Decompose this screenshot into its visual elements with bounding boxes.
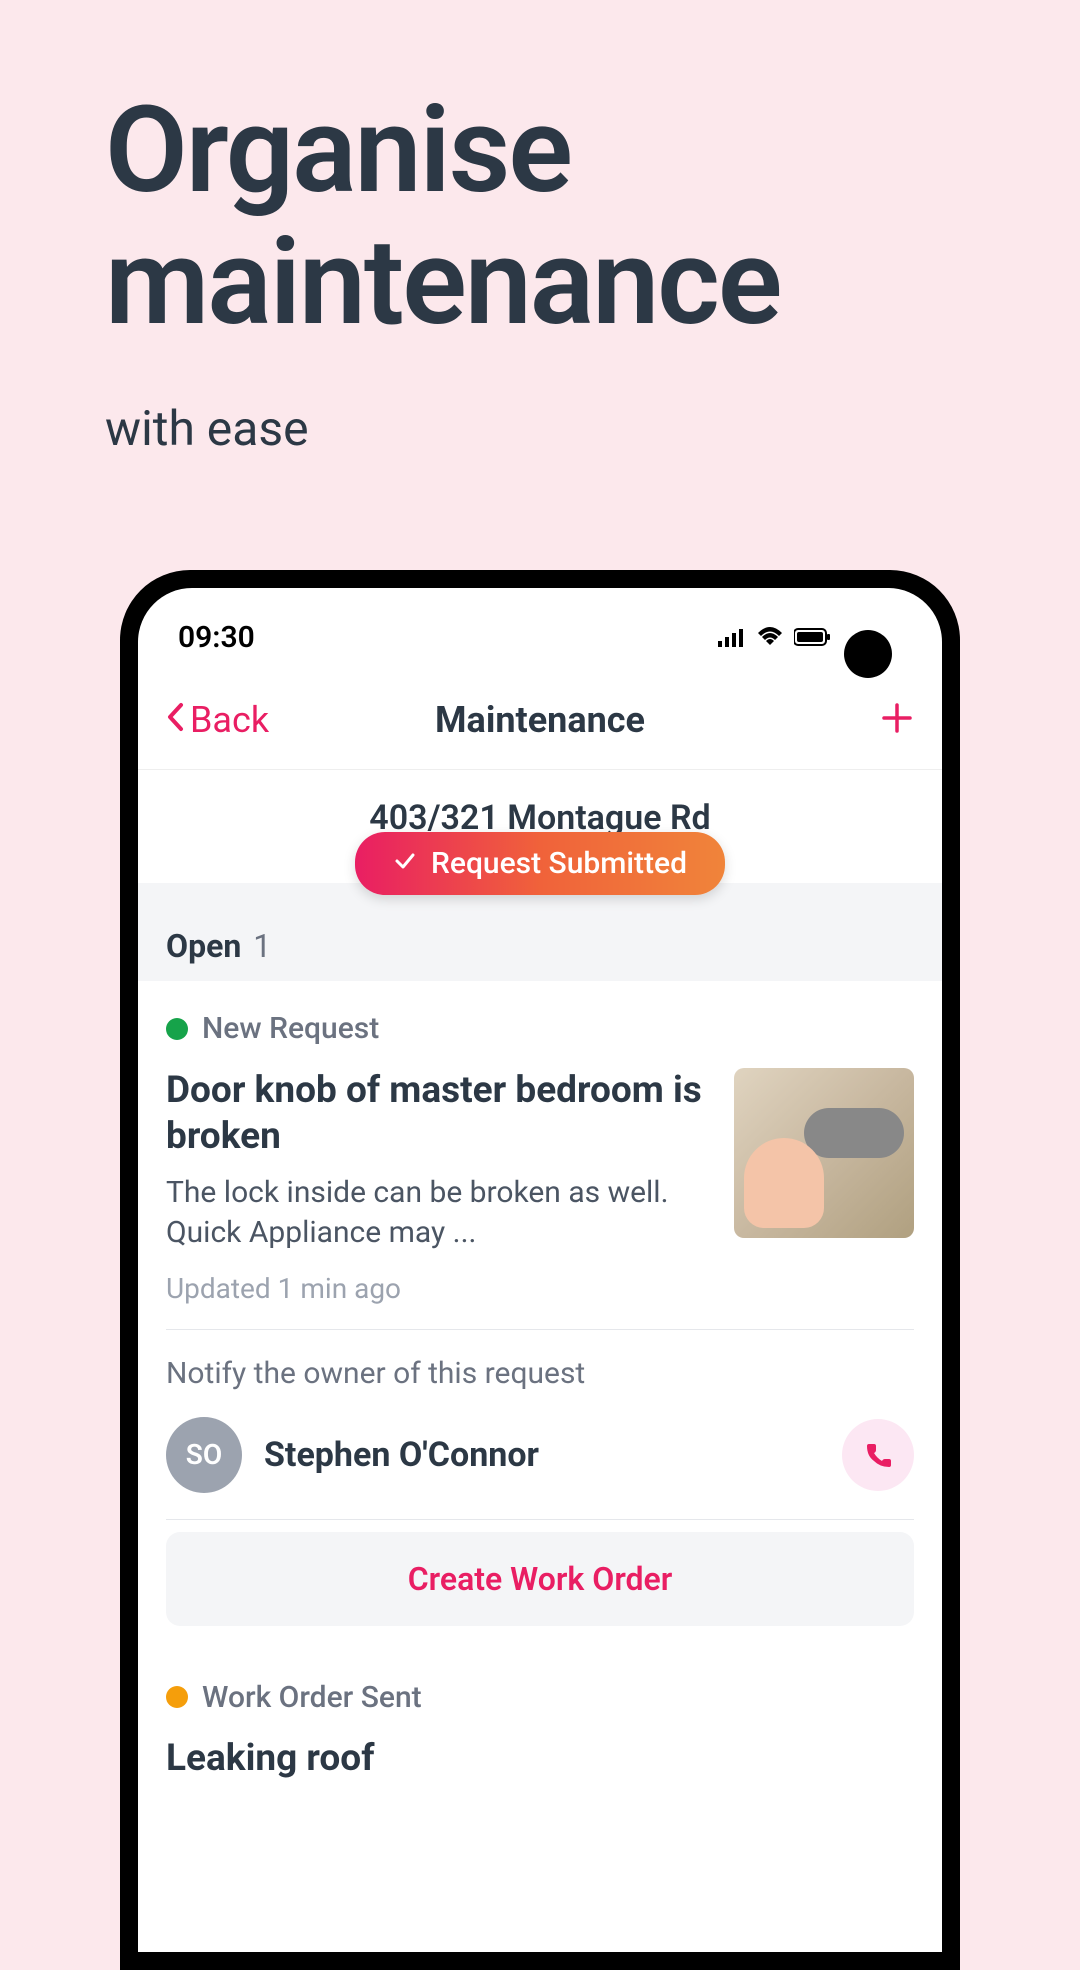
signal-icon [718, 620, 746, 655]
section-header-open: Open 1 [138, 883, 942, 981]
create-work-order-button[interactable]: Create Work Order [166, 1532, 914, 1626]
toast-request-submitted: Request Submitted [355, 832, 725, 895]
hero-title-line1: Organise [105, 85, 780, 217]
request-title: Leaking roof [166, 1737, 914, 1780]
page-title: Maintenance [435, 699, 645, 741]
request-card[interactable]: New Request Door knob of master bedroom … [138, 981, 942, 1329]
request-updated: Updated 1 min ago [166, 1272, 914, 1305]
notify-title: Notify the owner of this request [166, 1356, 914, 1391]
hero-title-line2: maintenance [105, 217, 780, 349]
phone-icon [863, 1440, 893, 1470]
toast-label: Request Submitted [431, 846, 687, 881]
notify-section: Notify the owner of this request SO Step… [138, 1330, 942, 1519]
owner-avatar: SO [166, 1417, 242, 1493]
phone-frame: 09:30 Back Maintenance [120, 570, 960, 1970]
battery-icon [794, 620, 832, 655]
check-icon [393, 846, 417, 881]
status-time: 09:30 [178, 620, 255, 655]
wifi-icon [756, 620, 784, 655]
request-text: Door knob of master bedroom is broken Th… [166, 1068, 714, 1254]
hero-title: Organise maintenance [105, 85, 780, 349]
request-body: Door knob of master bedroom is broken Th… [166, 1068, 914, 1254]
chevron-left-icon [166, 699, 184, 741]
request-description: The lock inside can be broken as well. Q… [166, 1173, 714, 1254]
request-tag-row: New Request [166, 1011, 914, 1046]
section-label: Open [166, 927, 241, 965]
status-dot-icon [166, 1686, 188, 1708]
owner-name: Stephen O'Connor [264, 1435, 820, 1475]
request-card[interactable]: Work Order Sent Leaking roof [138, 1654, 942, 1790]
request-tag: New Request [202, 1011, 379, 1046]
phone-screen: 09:30 Back Maintenance [138, 588, 942, 1952]
status-bar: 09:30 [138, 588, 942, 675]
address-bar: 403/321 Montague Rd Request Submitted [138, 770, 942, 883]
nav-bar: Back Maintenance [138, 675, 942, 770]
back-button[interactable]: Back [166, 699, 269, 741]
plus-icon [880, 701, 914, 735]
status-icons [718, 620, 832, 655]
divider [166, 1519, 914, 1520]
call-button[interactable] [842, 1419, 914, 1491]
request-title: Door knob of master bedroom is broken [166, 1068, 714, 1161]
phone-camera [844, 630, 892, 678]
request-thumbnail [734, 1068, 914, 1238]
status-dot-icon [166, 1018, 188, 1040]
hero-subtitle: with ease [105, 400, 309, 457]
back-label: Back [190, 699, 269, 741]
request-tag: Work Order Sent [202, 1680, 422, 1715]
add-button[interactable] [880, 693, 914, 747]
owner-row: SO Stephen O'Connor [166, 1417, 914, 1493]
section-count: 1 [253, 927, 271, 965]
request-tag-row: Work Order Sent [166, 1680, 914, 1715]
